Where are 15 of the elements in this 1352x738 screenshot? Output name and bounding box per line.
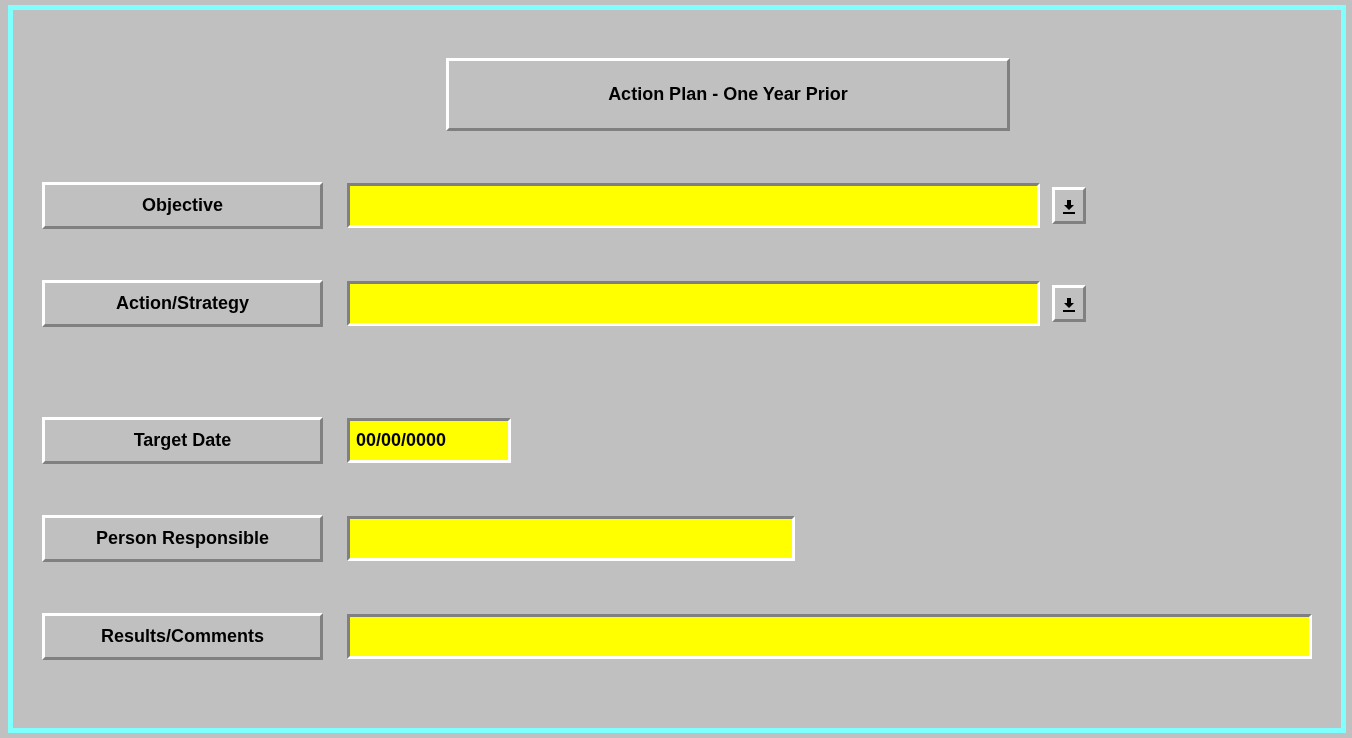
input-field[interactable]: 00/00/0000	[347, 418, 511, 463]
dropdown-button[interactable]	[1052, 285, 1086, 322]
field-label[interactable]: Target Date	[42, 417, 323, 464]
input-field[interactable]	[347, 614, 1312, 659]
combo-field[interactable]	[347, 281, 1040, 326]
field-label[interactable]: Person Responsible	[42, 515, 323, 562]
field-label[interactable]: Action/Strategy	[42, 280, 323, 327]
form-title: Action Plan - One Year Prior	[446, 58, 1010, 131]
down-arrow-icon	[1062, 295, 1076, 312]
field-label[interactable]: Results/Comments	[42, 613, 323, 660]
combo-field[interactable]	[347, 183, 1040, 228]
dropdown-button[interactable]	[1052, 187, 1086, 224]
input-field[interactable]	[347, 516, 795, 561]
field-label[interactable]: Objective	[42, 182, 323, 229]
down-arrow-icon	[1062, 197, 1076, 214]
